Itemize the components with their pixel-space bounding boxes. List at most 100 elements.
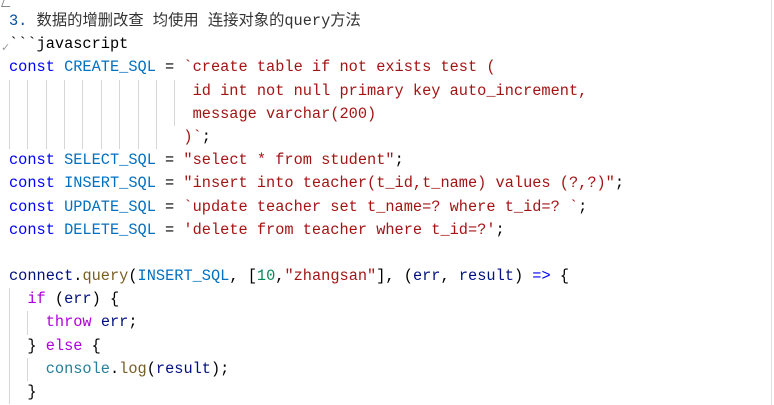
code-line: const CREATE_SQL = `create table if not … bbox=[9, 56, 624, 79]
code-token: INSERT_SQL bbox=[64, 174, 156, 193]
indent-guide bbox=[64, 125, 66, 150]
code-token: ( bbox=[45, 290, 65, 309]
code-token: `create table if not exists test ( bbox=[183, 58, 496, 77]
code-token: result bbox=[155, 359, 211, 378]
indent-guide bbox=[9, 288, 10, 312]
indent-guide bbox=[155, 125, 157, 150]
indent-guide bbox=[9, 79, 10, 103]
code-line: const SELECT_SQL = "select * from studen… bbox=[9, 149, 624, 172]
code-token: = bbox=[155, 197, 184, 216]
code-token: "zhangsan" bbox=[284, 267, 377, 286]
code-token: , [ bbox=[229, 267, 257, 286]
code-token: ; bbox=[495, 220, 505, 239]
code-line: 3. 数据的增删改查 均使用 连接对象的query方法 bbox=[9, 10, 624, 33]
code-line: console.log(result); bbox=[9, 357, 624, 381]
indent-guide bbox=[100, 79, 102, 103]
indent-guide bbox=[64, 79, 66, 103]
code-token: throw bbox=[45, 313, 92, 332]
indent-guide bbox=[9, 125, 10, 150]
code-token: ) bbox=[513, 267, 533, 286]
code-token: const bbox=[9, 174, 65, 193]
code-token: ], ( bbox=[376, 267, 413, 286]
code-line: const INSERT_SQL = "insert into teacher(… bbox=[9, 172, 624, 195]
code-token: err bbox=[64, 290, 92, 309]
code-line: id int not null primary key auto_increme… bbox=[9, 79, 624, 103]
indent-guide bbox=[27, 125, 29, 150]
indent-guide bbox=[64, 102, 66, 126]
indent-guide bbox=[119, 125, 121, 150]
indent-guide bbox=[82, 102, 84, 126]
indent-guide bbox=[9, 334, 10, 358]
code-token: ( bbox=[128, 267, 138, 286]
code-token: = bbox=[155, 58, 184, 77]
editor-scrollbar[interactable] bbox=[771, 0, 772, 405]
code-token: const bbox=[9, 58, 65, 77]
code-token: ```javascript bbox=[9, 35, 129, 54]
code-line: const UPDATE_SQL = `update teacher set t… bbox=[9, 196, 624, 219]
code-token: 'delete from teacher where t_id=?' bbox=[183, 220, 496, 239]
code-token: ); bbox=[210, 359, 230, 378]
code-token: CREATE_SQL bbox=[64, 58, 156, 77]
indent-guide bbox=[119, 102, 121, 126]
code-line: ```javascript bbox=[9, 33, 624, 56]
code-token: const bbox=[9, 220, 65, 239]
code-token: `update teacher set t_name=? where t_id=… bbox=[183, 197, 579, 216]
code-token: => bbox=[532, 267, 551, 286]
code-token: UPDATE_SQL bbox=[64, 197, 156, 216]
code-token: "select * from student" bbox=[183, 151, 395, 170]
code-token: 3. bbox=[9, 12, 37, 30]
code-line: } bbox=[9, 381, 624, 405]
code-token: )` bbox=[9, 127, 202, 146]
indent-guide bbox=[155, 79, 157, 103]
indent-guide bbox=[137, 125, 139, 150]
code-token: 10 bbox=[256, 267, 276, 286]
indent-guide bbox=[9, 381, 10, 405]
indent-guide bbox=[174, 79, 176, 103]
indent-guide bbox=[100, 125, 102, 150]
code-token: = bbox=[155, 220, 184, 239]
code-line: )`; bbox=[9, 125, 624, 150]
indent-guide bbox=[27, 102, 29, 126]
indent-guide bbox=[45, 102, 47, 126]
code-token: { bbox=[550, 267, 570, 286]
indent-guide bbox=[82, 125, 84, 150]
code-token: = bbox=[155, 174, 184, 193]
code-token: DELETE_SQL bbox=[64, 220, 156, 239]
code-token: , bbox=[440, 267, 459, 286]
code-token: else bbox=[45, 336, 83, 355]
indent-guide bbox=[119, 79, 121, 103]
code-token: 数据的增删改查 均使用 连接对象的query方法 bbox=[36, 12, 361, 30]
code-token: ; bbox=[394, 151, 404, 170]
indent-guide bbox=[27, 311, 29, 335]
indent-guide bbox=[137, 102, 139, 126]
code-line: if (err) { bbox=[9, 288, 624, 312]
code-editor[interactable]: 3. 数据的增删改查 均使用 连接对象的query方法 ```javascript… bbox=[9, 10, 624, 405]
indent-guide bbox=[155, 102, 157, 126]
code-token: result bbox=[458, 267, 514, 286]
code-token: "insert into teacher(t_id,t_name) values… bbox=[183, 174, 615, 193]
indent-guide bbox=[137, 79, 139, 103]
code-line: const DELETE_SQL = 'delete from teacher … bbox=[9, 219, 624, 242]
code-token: log bbox=[119, 359, 147, 378]
code-token: ; bbox=[128, 313, 138, 332]
code-token: } bbox=[9, 383, 37, 401]
code-token: ; bbox=[578, 197, 588, 216]
indent-guide bbox=[82, 79, 84, 103]
code-token: ) { bbox=[91, 290, 120, 309]
indent-guide bbox=[9, 311, 10, 335]
indent-guide bbox=[45, 79, 47, 103]
code-token: const bbox=[9, 151, 65, 170]
code-token: ( bbox=[146, 359, 156, 378]
code-line: throw err; bbox=[9, 311, 624, 335]
indent-guide bbox=[9, 357, 10, 381]
code-token: err bbox=[100, 313, 129, 332]
code-token: ; bbox=[201, 127, 211, 146]
code-token: console bbox=[45, 359, 110, 378]
code-line: message varchar(200) bbox=[9, 102, 624, 126]
code-token: const bbox=[9, 197, 65, 216]
code-token: INSERT_SQL bbox=[137, 267, 230, 286]
mouse-cursor-icon bbox=[0, 0, 15, 7]
indent-guide bbox=[100, 102, 102, 126]
